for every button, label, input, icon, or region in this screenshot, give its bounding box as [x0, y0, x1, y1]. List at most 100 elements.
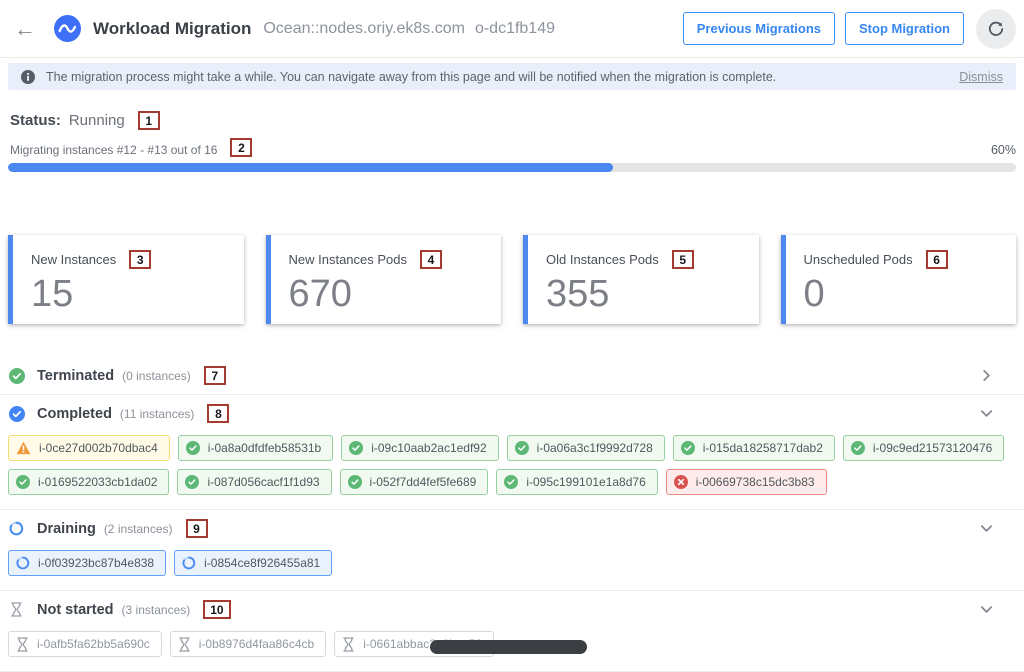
- section-title: Completed: [37, 406, 112, 422]
- chevron-down-icon[interactable]: [979, 521, 994, 536]
- annotation-marker-4: 4: [420, 250, 442, 269]
- section-count: (11 instances): [120, 407, 194, 421]
- instance-chip[interactable]: i-015da18258717dab2: [673, 435, 835, 461]
- summary-card-4: Unscheduled Pods 6 0: [781, 235, 1017, 324]
- annotation-marker-8: 8: [207, 404, 229, 423]
- card-value: 355: [546, 275, 741, 313]
- instance-id: i-0854ce8f926455a81: [204, 556, 320, 570]
- status-value: Running: [69, 112, 125, 129]
- ocean-id: o-dc1fb149: [475, 20, 555, 37]
- section-count: (0 instances): [122, 369, 191, 383]
- page-title: Workload Migration: [93, 19, 251, 39]
- instance-sections: Terminated (0 instances) 7 Completed (11…: [0, 357, 1024, 672]
- cluster-name: Ocean::nodes.oriy.ek8s.com: [263, 20, 465, 37]
- hourglass-icon: [8, 602, 25, 617]
- card-label: Unscheduled Pods: [804, 252, 913, 267]
- instance-chip[interactable]: i-0169522033cb1da02: [8, 469, 169, 495]
- instance-id: i-0b8976d4faa86c4cb: [199, 637, 314, 651]
- instance-chip[interactable]: i-0854ce8f926455a81: [174, 550, 332, 576]
- section-terminated: Terminated (0 instances) 7: [0, 357, 1024, 395]
- annotation-marker-10: 10: [203, 600, 230, 619]
- chevron-down-icon[interactable]: [979, 406, 994, 421]
- success-icon: [851, 441, 865, 455]
- instance-id: i-00669738c15dc3b83: [696, 475, 815, 489]
- instance-id: i-0a06a3c1f9992d728: [537, 441, 653, 455]
- success-icon: [504, 475, 518, 489]
- instance-chip[interactable]: i-0ce27d002b70dbac4: [8, 435, 170, 461]
- cluster-subtitle: Ocean::nodes.oriy.ek8s.com o-dc1fb149: [263, 20, 555, 38]
- summary-card-2: New Instances Pods 4 670: [266, 235, 502, 324]
- instance-chip[interactable]: i-052f7dd4fef5fe689: [340, 469, 489, 495]
- instance-chip[interactable]: i-09c10aab2ac1edf92: [341, 435, 498, 461]
- instance-id: i-09c9ed21573120476: [873, 441, 992, 455]
- migration-progress-text-row: Migrating instances #12 - #13 out of 16 …: [8, 138, 1016, 157]
- card-value: 670: [289, 275, 484, 313]
- instance-id: i-0f03923bc87b4e838: [38, 556, 154, 570]
- instance-id: i-015da18258717dab2: [703, 441, 823, 455]
- pending-icon: [342, 637, 355, 652]
- draining-icon: [16, 556, 30, 570]
- annotation-marker-5: 5: [672, 250, 694, 269]
- instance-chip[interactable]: i-095c199101e1a8d76: [496, 469, 657, 495]
- card-value: 15: [31, 275, 226, 313]
- section-count: (2 instances): [104, 522, 173, 536]
- instance-chip[interactable]: i-0b8976d4faa86c4cb: [170, 631, 326, 657]
- card-label: New Instances Pods: [289, 252, 408, 267]
- annotation-marker-1: 1: [138, 111, 160, 130]
- pending-icon: [16, 637, 29, 652]
- progress-percent: 60%: [991, 143, 1016, 157]
- back-arrow-icon[interactable]: ←: [14, 18, 36, 40]
- success-icon: [185, 475, 199, 489]
- success-icon: [515, 441, 529, 455]
- summary-card-3: Old Instances Pods 5 355: [523, 235, 759, 324]
- workload-migration-page: ← Workload Migration Ocean::nodes.oriy.e…: [0, 0, 1024, 646]
- instance-chip[interactable]: i-09c9ed21573120476: [843, 435, 1004, 461]
- stop-migration-button[interactable]: Stop Migration: [845, 12, 964, 45]
- progress-bar: [8, 163, 1016, 172]
- success-icon: [681, 441, 695, 455]
- summary-cards: New Instances 3 15 New Instances Pods 4 …: [0, 235, 1024, 324]
- section-header[interactable]: Terminated (0 instances) 7: [8, 357, 1016, 394]
- chevron-right-icon[interactable]: [979, 368, 994, 383]
- chevron-down-icon[interactable]: [979, 602, 994, 617]
- info-icon: [21, 70, 35, 84]
- success-icon: [16, 475, 30, 489]
- section-header[interactable]: Not started (3 instances) 10: [8, 591, 1016, 628]
- instance-id: i-087d056cacf1f1d93: [207, 475, 319, 489]
- instance-chip[interactable]: i-0a8a0dfdfeb58531b: [178, 435, 333, 461]
- summary-card-1: New Instances 3 15: [8, 235, 244, 324]
- header: ← Workload Migration Ocean::nodes.oriy.e…: [0, 0, 1024, 58]
- success-icon: [349, 441, 363, 455]
- draining-icon: [182, 556, 196, 570]
- dismiss-link[interactable]: Dismiss: [959, 70, 1003, 84]
- annotation-marker-9: 9: [186, 519, 208, 538]
- section-header[interactable]: Completed (11 instances) 8: [8, 395, 1016, 432]
- section-draining: Draining (2 instances) 9 i-0f03923bc87b4…: [0, 510, 1024, 591]
- instance-chip[interactable]: i-087d056cacf1f1d93: [177, 469, 331, 495]
- instance-id: i-0169522033cb1da02: [38, 475, 157, 489]
- instance-id: i-0a8a0dfdfeb58531b: [208, 441, 321, 455]
- instance-chip[interactable]: i-0a06a3c1f9992d728: [507, 435, 665, 461]
- instance-id: i-052f7dd4fef5fe689: [370, 475, 477, 489]
- instance-id: i-095c199101e1a8d76: [526, 475, 645, 489]
- instance-chip[interactable]: i-0f03923bc87b4e838: [8, 550, 166, 576]
- instance-chip[interactable]: i-00669738c15dc3b83: [666, 469, 827, 495]
- instance-id: i-0ce27d002b70dbac4: [39, 441, 158, 455]
- previous-migrations-button[interactable]: Previous Migrations: [683, 12, 835, 45]
- refresh-button[interactable]: [976, 9, 1016, 49]
- annotation-marker-2: 2: [230, 138, 252, 157]
- info-banner: The migration process might take a while…: [8, 63, 1016, 90]
- warning-icon: [16, 441, 31, 455]
- card-label: Old Instances Pods: [546, 252, 659, 267]
- success-icon: [348, 475, 362, 489]
- instance-chip[interactable]: i-0afb5fa62bb5a690c: [8, 631, 162, 657]
- card-label: New Instances: [31, 252, 116, 267]
- section-title: Not started: [37, 602, 114, 618]
- bottom-overlay-bar: [430, 640, 587, 654]
- error-icon: [674, 475, 688, 489]
- annotation-marker-3: 3: [129, 250, 151, 269]
- section-header[interactable]: Draining (2 instances) 9: [8, 510, 1016, 547]
- ocean-logo-icon: [54, 15, 81, 42]
- spinner-icon: [8, 521, 25, 536]
- pending-icon: [178, 637, 191, 652]
